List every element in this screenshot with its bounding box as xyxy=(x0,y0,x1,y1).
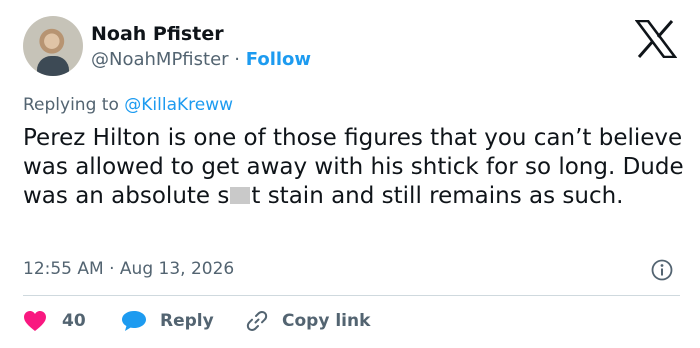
reply-mention-link[interactable]: @KillaKreww xyxy=(124,95,233,115)
avatar[interactable] xyxy=(23,16,83,76)
tweet-date[interactable]: Aug 13, 2026 xyxy=(120,259,234,279)
user-name[interactable]: Noah Pfister xyxy=(91,23,224,45)
copy-link-button[interactable]: Copy link xyxy=(245,309,370,333)
like-button[interactable]: 40 xyxy=(23,309,86,333)
handle-row: @NoahMPfister · Follow xyxy=(91,49,311,70)
reply-label: Reply xyxy=(160,311,214,331)
copy-link-label: Copy link xyxy=(282,311,371,331)
reply-context: Replying to @KillaKreww xyxy=(23,95,233,115)
meta-separator: · xyxy=(109,259,115,279)
avatar-shirt xyxy=(37,56,69,76)
heart-icon xyxy=(24,311,46,331)
x-logo-icon[interactable] xyxy=(635,20,677,58)
tweet-meta: 12:55 AM · Aug 13, 2026 xyxy=(23,259,234,279)
handle-separator: · xyxy=(234,49,241,70)
censor-block xyxy=(230,187,251,204)
user-handle[interactable]: @NoahMPfister xyxy=(91,49,229,70)
like-count: 40 xyxy=(62,311,86,331)
divider xyxy=(23,295,680,296)
reply-button[interactable]: Reply xyxy=(121,309,214,333)
info-icon[interactable] xyxy=(651,259,673,281)
follow-button[interactable]: Follow xyxy=(246,49,311,70)
reply-context-prefix: Replying to xyxy=(23,95,125,115)
tweet-text-part2: t stain and still remains as such. xyxy=(251,183,624,209)
tweet-time[interactable]: 12:55 AM xyxy=(23,259,104,279)
link-icon xyxy=(246,311,268,331)
speech-bubble-icon xyxy=(122,311,146,331)
tweet-text: Perez Hilton is one of those figures tha… xyxy=(23,124,688,211)
